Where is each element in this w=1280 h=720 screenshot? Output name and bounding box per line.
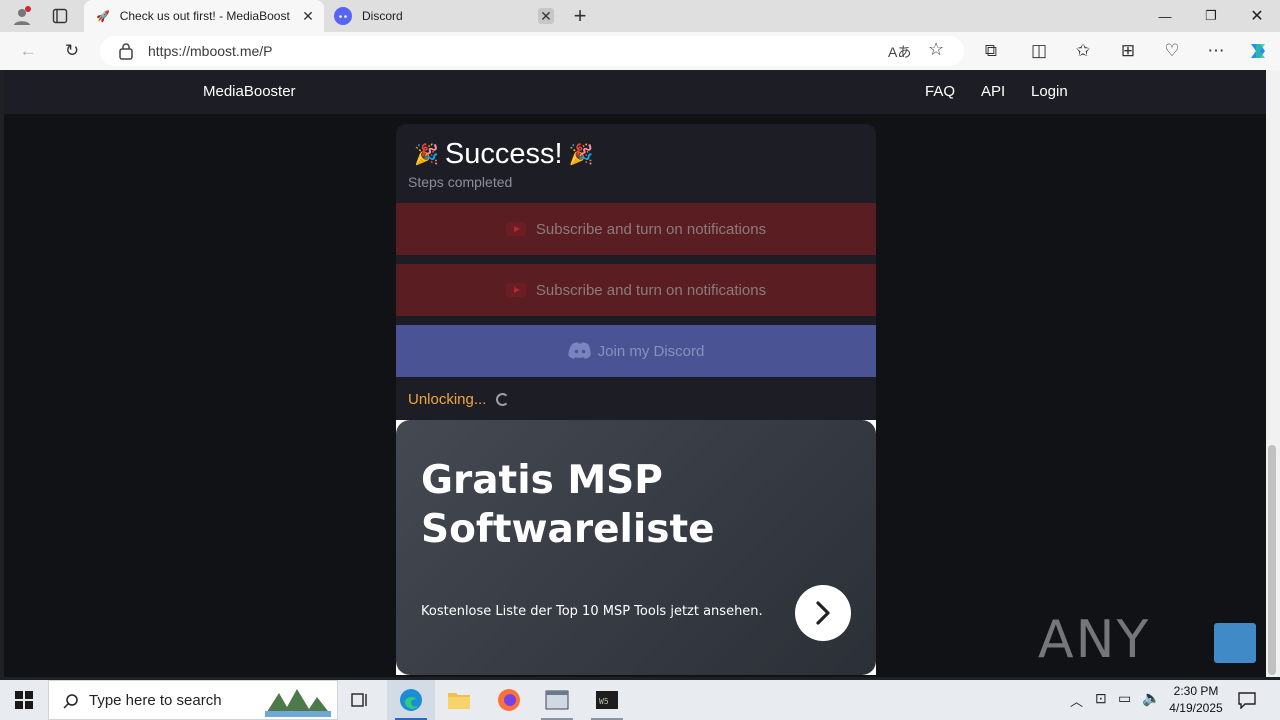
youtube-icon bbox=[505, 283, 526, 297]
restore-icon[interactable]: ❐ bbox=[1188, 0, 1234, 32]
tab-title: Discord bbox=[362, 9, 403, 23]
scrollbar-thumb[interactable] bbox=[1268, 445, 1276, 675]
collections-icon[interactable]: ⊞ bbox=[1114, 37, 1142, 65]
notification-icon[interactable] bbox=[1238, 691, 1256, 709]
step-subscribe-1[interactable]: Subscribe and turn on notifications bbox=[396, 203, 876, 255]
close-tab-icon[interactable]: ✕ bbox=[300, 8, 316, 24]
heading-text: Success! bbox=[444, 138, 563, 170]
close-window-icon[interactable]: ✕ bbox=[1234, 0, 1280, 32]
windows-logo-icon bbox=[15, 691, 33, 709]
start-button[interactable] bbox=[0, 680, 48, 720]
edge-taskbar-icon[interactable] bbox=[387, 680, 435, 720]
ad-description: Kostenlose Liste der Top 10 MSP Tools je… bbox=[421, 604, 763, 619]
browser-essentials-icon[interactable]: ♡ bbox=[1158, 37, 1186, 65]
party-popper-icon: 🎉 bbox=[414, 144, 439, 166]
party-popper-icon: 🎉 bbox=[568, 144, 594, 166]
windows-taskbar: Type here to search W5 ︿ ⊡ ▭ 🔈 2:30 PM 4… bbox=[0, 680, 1280, 720]
url-text: https://mboost.me/P bbox=[148, 43, 273, 59]
step-label: Subscribe and turn on notifications bbox=[535, 281, 767, 299]
nav-link-faq[interactable]: FAQ bbox=[925, 83, 955, 100]
site-brand[interactable]: MediaBooster bbox=[203, 83, 296, 100]
svg-text:W5: W5 bbox=[599, 697, 609, 706]
system-clock[interactable]: 2:30 PM 4/19/2025 bbox=[1160, 683, 1232, 717]
youtube-icon bbox=[505, 222, 526, 236]
browser-tab-strip: 🚀 Check us out first! - MediaBooster ✕ D… bbox=[0, 0, 1280, 32]
step-label: Subscribe and turn on notifications bbox=[535, 220, 767, 238]
profile-icon[interactable] bbox=[8, 2, 36, 30]
clock-date: 4/19/2025 bbox=[1169, 701, 1223, 715]
minimize-icon[interactable]: — bbox=[1142, 0, 1188, 32]
ad-headline: Gratis MSP Softwareliste bbox=[421, 458, 715, 552]
split-screen-icon[interactable]: ◫ bbox=[1025, 37, 1053, 65]
steps-completed-subtitle: Steps completed bbox=[408, 174, 513, 190]
step-join-discord[interactable]: Join my Discord bbox=[396, 325, 876, 377]
loading-spinner-icon bbox=[496, 393, 510, 406]
back-icon[interactable]: ← bbox=[14, 37, 42, 65]
tab-discord[interactable]: Discord ✕ bbox=[326, 0, 560, 32]
chevron-right-icon bbox=[816, 601, 830, 625]
ad-banner: Gratis MSP Softwareliste Kostenlose List… bbox=[396, 420, 876, 675]
network-icon[interactable]: ▭ bbox=[1118, 690, 1131, 707]
refresh-icon[interactable]: ↻ bbox=[58, 37, 86, 65]
terminal-app-icon[interactable]: W5 bbox=[583, 680, 631, 720]
anyrun-badge-icon bbox=[1214, 623, 1256, 663]
address-bar-row: ← ↻ https://mboost.me/P Aあ ☆ ⧉ ◫ ✩ ⊞ ♡ ⋯ bbox=[0, 32, 1280, 70]
discord-icon bbox=[568, 342, 591, 359]
close-tab-icon[interactable]: ✕ bbox=[538, 8, 554, 24]
lock-icon bbox=[119, 43, 133, 60]
site-navbar: MediaBooster FAQ API Login bbox=[4, 70, 1266, 114]
step-label: Join my Discord bbox=[597, 342, 705, 360]
page-viewport: MediaBooster FAQ API Login 🎉 Success! 🎉 … bbox=[4, 70, 1266, 677]
new-tab-icon[interactable]: + bbox=[566, 2, 594, 30]
more-options-icon[interactable]: ⋯ bbox=[1202, 37, 1230, 65]
mediabooster-favicon-icon: 🚀 bbox=[96, 10, 110, 23]
favorite-star-icon[interactable]: ☆ bbox=[928, 39, 944, 60]
unlocking-status: Unlocking... bbox=[408, 391, 510, 408]
tab-actions-icon[interactable] bbox=[46, 2, 74, 30]
copilot-icon[interactable] bbox=[1244, 37, 1272, 65]
status-text: Unlocking... bbox=[408, 391, 487, 408]
address-bar[interactable]: https://mboost.me/P Aあ ☆ bbox=[100, 36, 964, 66]
discord-favicon-icon bbox=[334, 7, 352, 25]
ad-next-button[interactable] bbox=[795, 585, 851, 641]
task-view-icon[interactable] bbox=[336, 680, 384, 720]
app-window-icon[interactable] bbox=[533, 680, 581, 720]
taskbar-search[interactable]: Type here to search bbox=[48, 680, 338, 720]
favorites-icon[interactable]: ✩ bbox=[1069, 37, 1097, 65]
read-aloud-icon[interactable]: Aあ bbox=[888, 42, 911, 62]
search-placeholder: Type here to search bbox=[89, 691, 222, 709]
volume-icon[interactable]: 🔈 bbox=[1142, 689, 1161, 707]
clock-time: 2:30 PM bbox=[1173, 684, 1219, 698]
extensions-icon[interactable]: ⧉ bbox=[977, 37, 1005, 65]
firefox-icon[interactable] bbox=[485, 680, 533, 720]
tab-title: Check us out first! - MediaBooster bbox=[119, 9, 290, 23]
advertisement[interactable]: Gratis MSP Softwareliste Kostenlose List… bbox=[396, 420, 876, 675]
search-highlight-icon bbox=[265, 689, 331, 717]
step-subscribe-2[interactable]: Subscribe and turn on notifications bbox=[396, 264, 876, 316]
search-icon bbox=[63, 694, 78, 709]
success-heading: 🎉 Success! 🎉 bbox=[408, 138, 599, 171]
steps-card: 🎉 Success! 🎉 Steps completed Subscribe a… bbox=[396, 124, 876, 420]
show-hidden-icons-icon[interactable]: ︿ bbox=[1070, 691, 1083, 710]
nav-link-login[interactable]: Login bbox=[1031, 83, 1068, 100]
tab-mediabooster[interactable]: 🚀 Check us out first! - MediaBooster ✕ bbox=[84, 0, 324, 32]
file-explorer-icon[interactable] bbox=[435, 680, 483, 720]
nav-link-api[interactable]: API bbox=[981, 83, 1005, 100]
device-icon[interactable]: ⊡ bbox=[1095, 690, 1107, 707]
